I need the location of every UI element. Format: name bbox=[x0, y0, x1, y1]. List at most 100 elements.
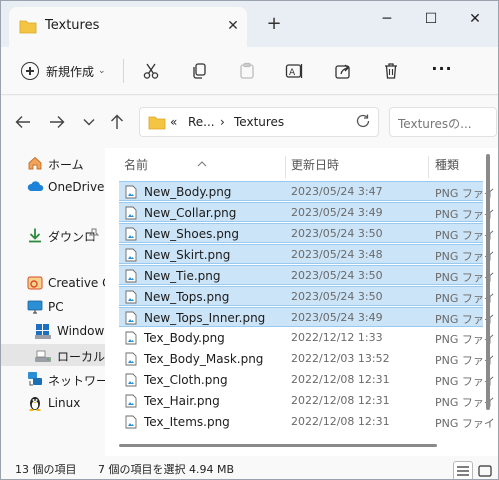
new-item-button[interactable]: 新規作成 ⌄ bbox=[17, 56, 111, 86]
sidebar-item-local-drive[interactable]: ローカル デ bbox=[1, 344, 121, 366]
paste-icon[interactable] bbox=[234, 58, 260, 84]
sidebar-item-home[interactable]: ホーム bbox=[1, 152, 105, 174]
more-options-button[interactable]: ··· bbox=[429, 58, 455, 84]
breadcrumb-re[interactable]: Re... bbox=[188, 115, 215, 129]
file-name: Tex_Body.png bbox=[144, 331, 225, 345]
maximize-button[interactable]: ☐ bbox=[411, 9, 451, 31]
file-date: 2023/05/24 3:49 bbox=[291, 311, 383, 324]
file-date: 2023/05/24 3:50 bbox=[291, 290, 383, 303]
address-row: « Re... › Textures Texturesの... bbox=[1, 96, 498, 148]
file-row[interactable]: Tex_Body_Mask.png 2022/12/03 13:52 PNG ファイ bbox=[119, 349, 495, 369]
tab-title: Textures bbox=[45, 18, 100, 33]
cut-icon[interactable] bbox=[138, 58, 164, 84]
svg-text:A: A bbox=[289, 68, 296, 78]
column-header-type[interactable]: 種類 bbox=[435, 156, 459, 173]
pc-icon bbox=[27, 299, 43, 315]
column-header-name[interactable]: 名前 bbox=[124, 156, 148, 173]
selection-info: 7 個の項目を選択 4.94 MB bbox=[98, 463, 235, 476]
image-file-icon bbox=[125, 185, 137, 202]
file-name: Tex_Body_Mask.png bbox=[144, 352, 264, 366]
file-row[interactable]: Tex_Body.png 2022/12/12 1:33 PNG ファイ bbox=[119, 328, 495, 348]
file-date: 2023/05/24 3:50 bbox=[291, 269, 383, 282]
forward-arrow-icon[interactable] bbox=[47, 112, 67, 132]
image-file-icon bbox=[125, 227, 137, 244]
sidebar-item-creative-cloud[interactable]: Creative C bbox=[1, 272, 111, 294]
close-window-button[interactable]: ✕ bbox=[455, 9, 495, 31]
image-file-icon bbox=[125, 206, 137, 223]
network-icon bbox=[27, 371, 43, 387]
up-arrow-icon[interactable] bbox=[107, 112, 127, 132]
pin-icon bbox=[88, 228, 100, 243]
recent-locations-icon[interactable] bbox=[79, 112, 99, 132]
linux-icon bbox=[27, 395, 43, 411]
thumbnail-view-icon[interactable] bbox=[475, 461, 495, 479]
file-row[interactable]: New_Tops.png 2023/05/24 3:50 PNG ファイ bbox=[119, 286, 495, 307]
copy-icon[interactable] bbox=[186, 58, 212, 84]
download-icon bbox=[27, 227, 43, 243]
file-name: Tex_Cloth.png bbox=[144, 373, 228, 387]
sidebar-item-network[interactable]: ネットワーク bbox=[1, 368, 120, 390]
sidebar-item-downloads[interactable]: ダウンロ bbox=[1, 224, 105, 246]
folder-icon bbox=[19, 19, 37, 37]
folder-icon bbox=[148, 115, 166, 133]
file-row[interactable]: New_Collar.png 2023/05/24 3:49 PNG ファイ bbox=[119, 202, 495, 223]
sidebar-item-windows-drive[interactable]: Window bbox=[1, 320, 105, 342]
back-arrow-icon[interactable] bbox=[13, 112, 33, 132]
image-file-icon bbox=[125, 352, 137, 369]
file-row[interactable]: New_Skirt.png 2023/05/24 3:48 PNG ファイ bbox=[119, 244, 495, 265]
file-row[interactable]: New_Body.png 2023/05/24 3:47 PNG ファイ bbox=[119, 181, 495, 202]
file-date: 2022/12/08 12:31 bbox=[291, 394, 390, 407]
file-row[interactable]: Tex_Cloth.png 2022/12/08 12:31 PNG ファイ bbox=[119, 370, 495, 390]
creative-cloud-icon bbox=[27, 275, 43, 291]
breadcrumb-textures[interactable]: Textures bbox=[234, 115, 284, 129]
home-icon bbox=[27, 155, 43, 171]
image-file-icon bbox=[125, 248, 137, 265]
sidebar-item-pc[interactable]: PC bbox=[1, 296, 105, 318]
file-row[interactable]: Tex_Hair.png 2022/12/08 12:31 PNG ファイ bbox=[119, 391, 495, 411]
rename-icon[interactable]: A bbox=[282, 58, 308, 84]
column-headers: 名前 更新日時 種類 bbox=[105, 148, 485, 178]
sidebar-item-label: OneDrive bbox=[48, 180, 105, 194]
delete-icon[interactable] bbox=[378, 58, 404, 84]
file-row[interactable]: New_Tie.png 2023/05/24 3:50 PNG ファイ bbox=[119, 265, 495, 285]
sidebar-item-label: Linux bbox=[48, 396, 81, 410]
file-name: Tex_Items.png bbox=[144, 415, 230, 429]
breadcrumb-overflow[interactable]: « bbox=[170, 115, 177, 129]
sort-ascending-icon bbox=[197, 156, 207, 170]
file-row[interactable]: New_Tops_Inner.png 2023/05/24 3:49 PNG ファイ bbox=[119, 307, 495, 327]
navigation-pane: ホーム OneDrive ダウンロ Creative C PC Window ロ… bbox=[1, 148, 121, 456]
sidebar-item-label: Window bbox=[57, 324, 105, 338]
file-row[interactable]: Tex_Items.png 2022/12/08 12:31 PNG ファイ bbox=[119, 412, 495, 432]
minimize-button[interactable]: ─ bbox=[367, 9, 407, 31]
file-row[interactable]: New_Shoes.png 2023/05/24 3:50 PNG ファイ bbox=[119, 223, 495, 244]
close-tab-icon[interactable]: ✕ bbox=[223, 16, 243, 36]
tab-textures[interactable]: Textures ✕ bbox=[9, 7, 247, 47]
file-name: New_Collar.png bbox=[144, 206, 237, 220]
search-placeholder: Texturesの... bbox=[398, 117, 472, 131]
file-date: 2022/12/08 12:31 bbox=[291, 415, 390, 428]
refresh-icon[interactable] bbox=[354, 113, 372, 131]
sidebar-item-label: ホーム bbox=[48, 158, 84, 172]
plus-circle-icon bbox=[21, 62, 39, 80]
file-date: 2022/12/12 1:33 bbox=[291, 331, 383, 344]
sidebar-item-linux[interactable]: Linux bbox=[1, 392, 105, 414]
breadcrumb-separator[interactable]: › bbox=[220, 115, 225, 129]
vertical-scrollbar[interactable] bbox=[486, 154, 490, 410]
column-divider[interactable] bbox=[285, 156, 286, 178]
cloud-icon bbox=[27, 179, 44, 195]
search-input[interactable]: Texturesの... bbox=[389, 107, 497, 137]
file-date: 2023/05/24 3:50 bbox=[291, 227, 383, 240]
title-bar: Textures ✕ + ─ ☐ ✕ bbox=[1, 1, 498, 47]
details-view-icon[interactable] bbox=[453, 461, 473, 479]
address-bar[interactable]: « Re... › Textures bbox=[139, 107, 379, 137]
share-icon[interactable] bbox=[330, 58, 356, 84]
column-divider[interactable] bbox=[428, 156, 429, 178]
file-name: New_Tops_Inner.png bbox=[144, 311, 266, 325]
column-header-date[interactable]: 更新日時 bbox=[291, 156, 339, 173]
sidebar-item-onedrive[interactable]: OneDrive bbox=[1, 176, 105, 198]
toolbar-divider bbox=[123, 59, 124, 83]
new-tab-button[interactable]: + bbox=[263, 13, 285, 35]
horizontal-scrollbar[interactable] bbox=[119, 444, 437, 447]
sidebar-item-label: Creative C bbox=[48, 276, 111, 290]
image-file-icon bbox=[125, 290, 137, 307]
